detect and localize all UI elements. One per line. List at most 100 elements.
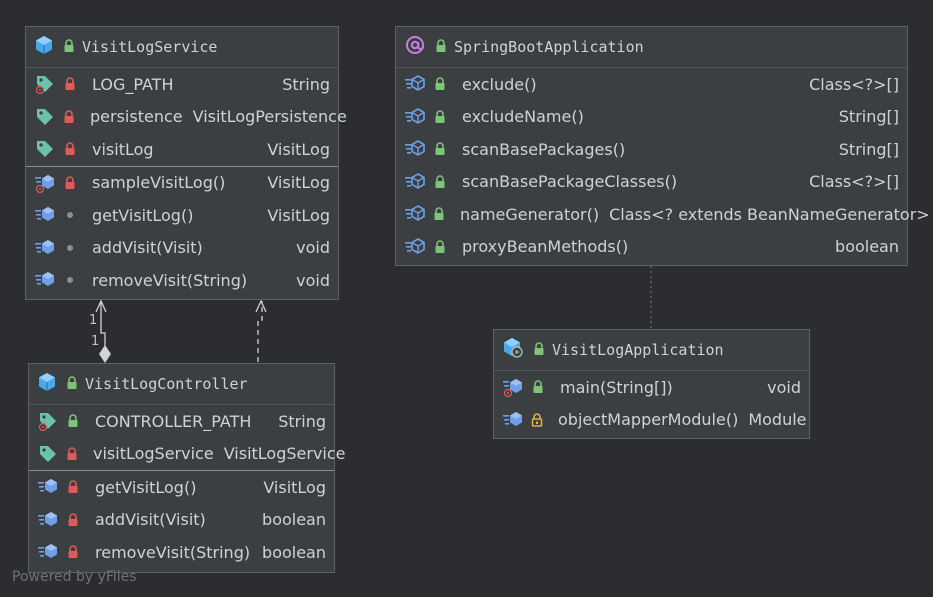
lock-public-icon (432, 206, 446, 222)
field-name: persistence (90, 107, 183, 127)
method-row[interactable]: removeVisit(String) boolean (29, 536, 334, 569)
field-type: String (282, 74, 330, 94)
method-return-type: boolean (262, 510, 326, 530)
method-row[interactable]: removeVisit(String) void (26, 264, 338, 297)
annotation-node-springbootapplication[interactable]: SpringBootApplication exclude() Class<?>… (395, 26, 930, 266)
method-row[interactable]: main(String[]) void (494, 371, 809, 404)
lock-private-icon (62, 175, 78, 191)
abstract-method-icon (404, 171, 426, 193)
class-node-visitlogcontroller[interactable]: VisitLogController CONTROLLER_PATH Strin… (28, 363, 346, 573)
methods-section: main(String[]) void objectMapperModule()… (494, 371, 809, 436)
method-return-type: void (296, 238, 330, 258)
method-row[interactable]: excludeName() String[] (396, 101, 907, 134)
class-icon (37, 372, 57, 396)
class-header: VisitLogApplication (494, 330, 809, 371)
field-name: CONTROLLER_PATH (95, 411, 252, 431)
method-icon (502, 409, 524, 431)
abstract-method-icon (404, 236, 426, 258)
lock-private-icon (65, 479, 81, 495)
abstract-method-icon (404, 138, 426, 160)
method-return-type: Module (748, 410, 807, 430)
method-icon (34, 237, 56, 259)
method-name: removeVisit(String) (95, 542, 251, 562)
fields-section: CONTROLLER_PATH String visitLogService V… (29, 405, 346, 471)
static-method-icon (502, 376, 524, 398)
watermark: Powered by yFiles (12, 569, 137, 585)
lock-public-icon (62, 38, 76, 57)
class-title: SpringBootApplication (454, 38, 644, 56)
field-name: visitLog (92, 139, 154, 159)
class-header: VisitLogController (29, 364, 334, 405)
field-row[interactable]: CONTROLLER_PATH String (29, 405, 334, 438)
method-return-type: String[] (838, 139, 899, 159)
multiplicity-label: 1 (91, 334, 100, 349)
method-row[interactable]: scanBasePackageClasses() Class<?>[] (396, 166, 907, 199)
method-return-type: Class<? extends BeanNameGenerator> (609, 204, 930, 224)
method-return-type: VisitLog (263, 477, 326, 497)
lock-public-icon (434, 38, 448, 57)
field-type: String (278, 411, 326, 431)
class-node-visitlogservice[interactable]: VisitLogService LOG_PATH String persiste… (25, 26, 347, 300)
lock-public-icon (65, 413, 81, 429)
field-type: VisitLogService (223, 444, 346, 464)
method-name: excludeName() (462, 107, 584, 127)
lock-public-icon (432, 174, 448, 190)
lock-public-icon (432, 109, 448, 125)
method-name: scanBasePackageClasses() (462, 172, 678, 192)
lock-private-icon (62, 141, 78, 157)
method-return-type: void (296, 270, 330, 290)
static-field-icon (34, 73, 56, 95)
method-return-type: VisitLog (267, 205, 330, 225)
methods-section: getVisitLog() VisitLog addVisit(Visit) b… (29, 471, 334, 569)
method-return-type: boolean (835, 237, 899, 257)
method-name: nameGenerator() (460, 204, 600, 224)
method-name: getVisitLog() (95, 477, 197, 497)
field-row[interactable]: visitLog VisitLog (26, 133, 338, 166)
field-type: VisitLog (267, 139, 330, 159)
annotation-icon (404, 34, 426, 60)
method-row[interactable]: addVisit(Visit) boolean (29, 504, 334, 537)
class-icon (34, 35, 54, 59)
field-name: visitLogService (93, 444, 214, 464)
method-row[interactable]: getVisitLog() VisitLog (29, 471, 334, 504)
method-row[interactable]: scanBasePackages() String[] (396, 133, 907, 166)
field-icon (34, 138, 56, 160)
method-name: addVisit(Visit) (92, 238, 203, 258)
method-row[interactable]: sampleVisitLog() VisitLog (26, 167, 338, 200)
method-name: getVisitLog() (92, 205, 194, 225)
field-row[interactable]: visitLogService VisitLogService (29, 438, 346, 471)
lock-public-icon (532, 341, 546, 360)
method-name: addVisit(Visit) (95, 510, 206, 530)
field-icon (37, 443, 59, 465)
field-row[interactable]: persistence VisitLogPersistence (26, 101, 347, 134)
application-class-icon (502, 337, 524, 363)
lock-private-icon (65, 446, 79, 462)
method-icon (37, 541, 59, 563)
method-row[interactable]: proxyBeanMethods() boolean (396, 231, 907, 264)
field-row[interactable]: LOG_PATH String (26, 68, 338, 101)
class-title: VisitLogController (85, 375, 248, 393)
method-return-type: boolean (262, 542, 326, 562)
abstract-method-icon (404, 73, 426, 95)
lock-public-icon (65, 375, 79, 394)
class-node-visitlogapplication[interactable]: VisitLogApplication main(String[]) void … (493, 329, 810, 439)
fields-section: LOG_PATH String persistence VisitLogPers… (26, 68, 347, 167)
method-row[interactable]: addVisit(Visit) void (26, 232, 338, 265)
methods-section: exclude() Class<?>[] excludeName() Strin… (396, 68, 930, 264)
lock-private-icon (65, 512, 81, 528)
method-return-type: void (767, 377, 801, 397)
dependency-arrowhead (255, 299, 267, 313)
method-icon (34, 269, 56, 291)
multiplicity-label: 1 (89, 313, 98, 328)
method-row[interactable]: exclude() Class<?>[] (396, 68, 907, 101)
method-return-type: Class<?>[] (809, 74, 899, 94)
method-name: sampleVisitLog() (92, 173, 226, 193)
method-name: objectMapperModule() (558, 410, 739, 430)
static-field-icon (37, 410, 59, 432)
method-icon (37, 509, 59, 531)
class-title: VisitLogService (82, 38, 218, 56)
method-row[interactable]: objectMapperModule() Module (494, 404, 809, 437)
method-row[interactable]: getVisitLog() VisitLog (26, 199, 338, 232)
field-type: VisitLogPersistence (192, 107, 347, 127)
method-row[interactable]: nameGenerator() Class<? extends BeanName… (396, 198, 930, 231)
